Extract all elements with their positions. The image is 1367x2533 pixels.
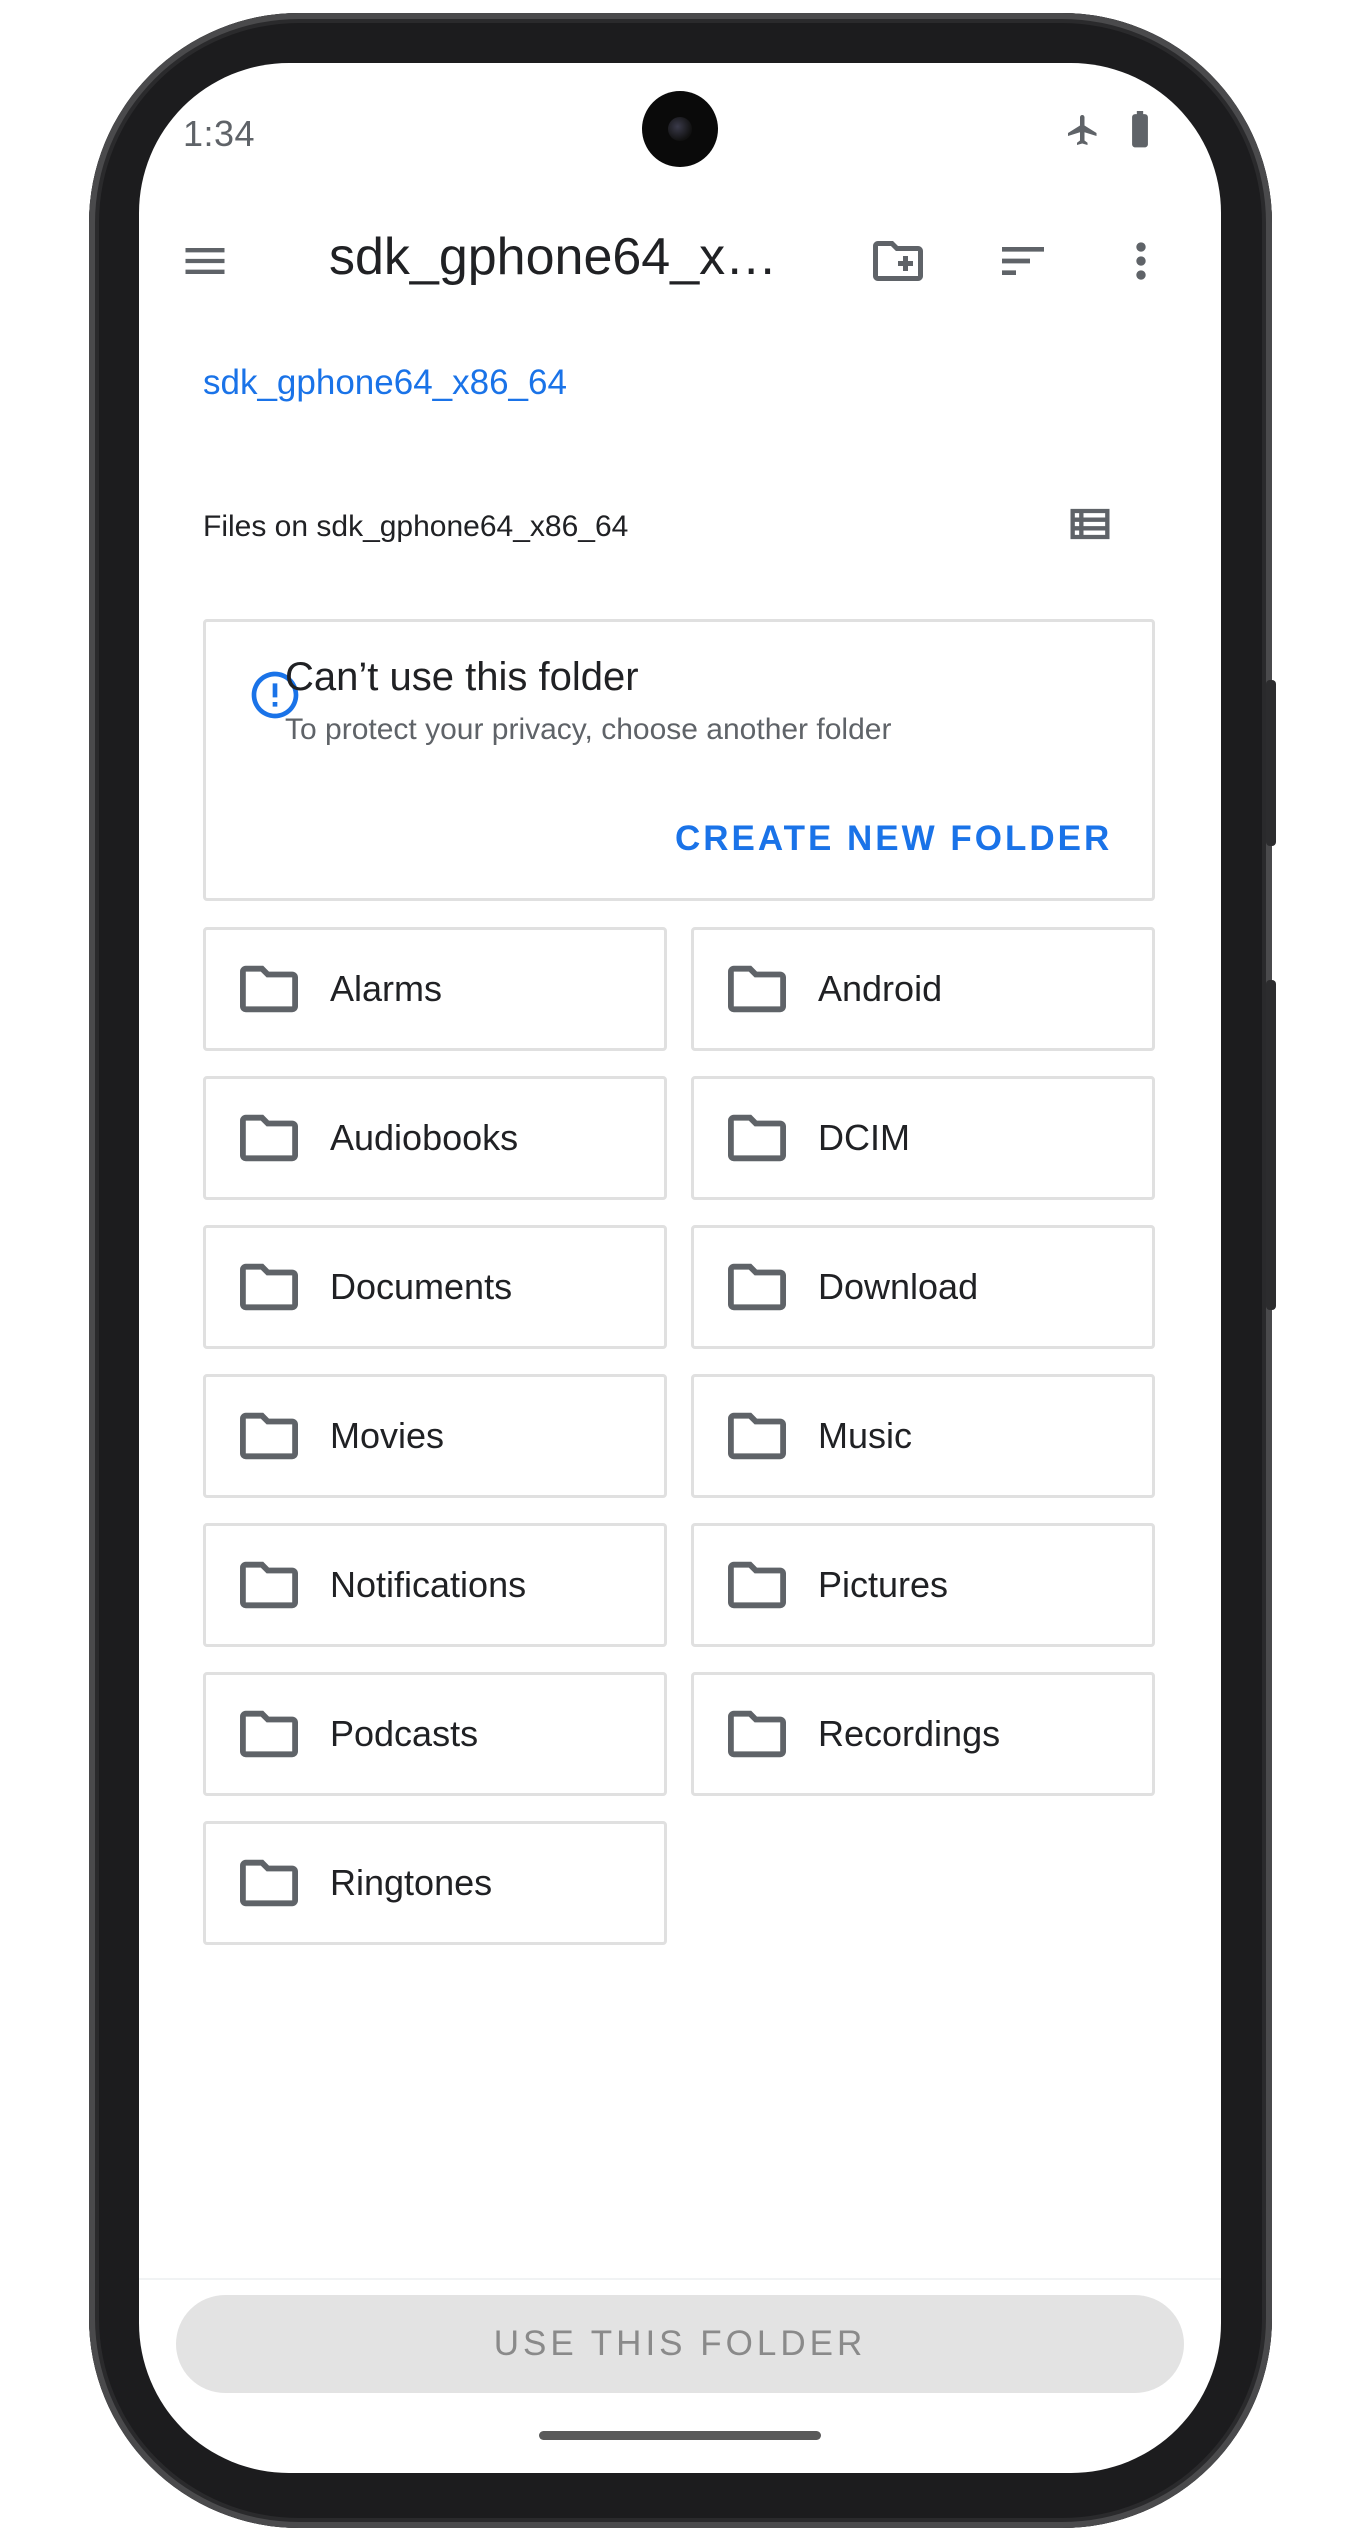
folder-name: Ringtones [330,1862,493,1903]
folder-name: Notifications [330,1564,527,1605]
folder-icon [240,1114,298,1162]
page-title: sdk_gphone64_x8… [329,228,799,286]
folder-item-documents[interactable]: Documents [203,1225,667,1349]
folder-item-android[interactable]: Android [691,927,1155,1051]
list-view-icon[interactable] [1061,495,1119,553]
folder-icon [240,1412,298,1460]
folder-icon [240,1859,298,1907]
folder-icon [240,965,298,1013]
notice-title: Can’t use this folder [285,655,639,699]
folder-name: Download [818,1266,979,1307]
status-time: 1:34 [183,113,256,154]
device-scene: 1:34 sdk_gphone64_x8… sdk_gphone64_x86_6… [0,0,1367,2533]
folder-icon [240,1263,298,1311]
new-folder-icon[interactable] [865,229,931,293]
folder-name: Android [818,968,943,1009]
status-icons [1065,111,1153,154]
bottom-divider [139,2278,1221,2280]
folder-item-music[interactable]: Music [691,1374,1155,1498]
battery-icon [1127,111,1153,154]
power-button [1266,980,1276,1310]
folder-item-ringtones[interactable]: Ringtones [203,1821,667,1945]
folder-icon [728,965,786,1013]
folder-icon [728,1114,786,1162]
folder-icon [728,1412,786,1460]
volume-button [1266,680,1276,846]
folder-name: Audiobooks [330,1117,519,1158]
folder-name: Alarms [330,968,443,1009]
create-new-folder-button[interactable]: CREATE NEW FOLDER [675,819,1112,859]
sort-icon[interactable] [991,229,1055,293]
folder-item-audiobooks[interactable]: Audiobooks [203,1076,667,1200]
folder-item-movies[interactable]: Movies [203,1374,667,1498]
folder-item-dcim[interactable]: DCIM [691,1076,1155,1200]
folder-name: Music [818,1415,913,1456]
folder-icon [240,1710,298,1758]
folder-item-podcasts[interactable]: Podcasts [203,1672,667,1796]
home-indicator[interactable] [539,2431,821,2440]
folder-item-notifications[interactable]: Notifications [203,1523,667,1647]
folder-name: DCIM [818,1117,910,1158]
folder-icon [240,1561,298,1609]
breadcrumb[interactable]: sdk_gphone64_x86_64 [203,363,567,403]
use-this-folder-button[interactable]: USE THIS FOLDER [176,2295,1184,2393]
folder-name: Podcasts [330,1713,479,1754]
menu-icon[interactable] [173,229,237,293]
section-title: Files on sdk_gphone64_x86_64 [203,510,629,543]
folder-icon [728,1263,786,1311]
notice-subtitle: To protect your privacy, choose another … [285,713,892,746]
more-vert-icon[interactable] [1109,229,1173,293]
folder-item-recordings[interactable]: Recordings [691,1672,1155,1796]
folder-name: Documents [330,1266,513,1307]
airplane-mode-icon [1065,112,1101,153]
folder-icon [728,1561,786,1609]
folder-icon [728,1710,786,1758]
front-camera [642,91,718,167]
folder-name: Pictures [818,1564,949,1605]
folder-name: Recordings [818,1713,1001,1754]
folder-item-alarms[interactable]: Alarms [203,927,667,1051]
folder-item-pictures[interactable]: Pictures [691,1523,1155,1647]
screen: 1:34 sdk_gphone64_x8… sdk_gphone64_x86_6… [139,63,1221,2473]
folder-item-download[interactable]: Download [691,1225,1155,1349]
folder-name: Movies [330,1415,445,1456]
